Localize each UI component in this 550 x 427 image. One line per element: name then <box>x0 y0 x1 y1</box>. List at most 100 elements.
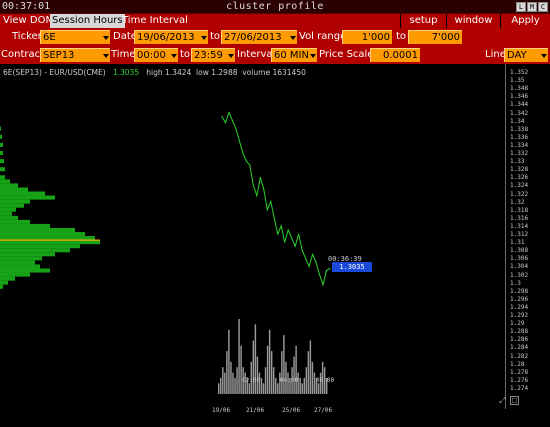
volume-bar <box>234 377 236 394</box>
profile-bar <box>0 280 8 285</box>
price-point <box>311 253 314 255</box>
date-to-label: to <box>210 31 221 42</box>
price-point <box>284 241 286 243</box>
vol-to-input[interactable]: 7'000 <box>408 30 462 44</box>
price-point <box>322 284 324 286</box>
profile-bar <box>0 272 30 277</box>
window-button-l[interactable]: L <box>516 2 526 12</box>
contract-select[interactable]: SEP13 <box>40 48 110 62</box>
time-to-label: to <box>180 49 191 60</box>
chart-area[interactable]: 6E(SEP13) - EUR/USD(CME) 1.3035 high 1.3… <box>0 64 550 427</box>
date-from-select[interactable]: 19/06/2013 <box>134 30 208 44</box>
time-to-select[interactable]: 23:59 <box>191 48 235 62</box>
volume-bar <box>311 361 314 394</box>
price-point <box>298 233 300 235</box>
y-tick-label: 1.288 <box>510 328 529 336</box>
profile-bar <box>0 195 55 200</box>
price-point <box>266 209 268 211</box>
price-point <box>221 115 223 118</box>
y-tick-label: 1.332 <box>510 150 529 158</box>
volume-bar <box>283 335 285 394</box>
profile-bar <box>0 142 3 147</box>
expand-icon[interactable]: ⤢ <box>498 396 507 405</box>
y-tick-label: 1.316 <box>510 214 529 222</box>
vol-from-input[interactable]: 1'000 <box>342 30 392 44</box>
time-interval-menu[interactable]: Time Interval <box>120 14 190 28</box>
price-point <box>228 111 230 114</box>
vol-range-label: Vol range <box>299 31 347 42</box>
y-tick-label: 1.326 <box>510 174 529 182</box>
interval-select[interactable]: 60 MIN <box>271 48 317 62</box>
profile-bar <box>0 244 80 249</box>
price-point <box>263 188 265 191</box>
y-tick-label: 1.296 <box>510 295 529 303</box>
price-point <box>256 194 258 197</box>
y-tick-label: 1.324 <box>510 182 529 190</box>
y-tick-label: 1.352 <box>510 69 529 76</box>
apply-button[interactable]: Apply <box>500 14 550 28</box>
time-from-select[interactable]: 00:00 <box>134 48 178 62</box>
date-tick-label: 25/06 <box>282 407 301 414</box>
line-select[interactable]: DAY <box>504 48 548 62</box>
y-tick-label: 1.322 <box>510 190 529 198</box>
volume-bar <box>238 319 240 394</box>
profile-bar <box>0 276 15 281</box>
profile-bar <box>0 268 50 273</box>
profile-bar <box>0 256 42 261</box>
date-tick-label: 27/06 <box>314 407 333 414</box>
window-title: cluster profile <box>226 1 324 12</box>
y-tick-label: 1.278 <box>510 368 529 376</box>
volume-bar <box>275 377 277 394</box>
interval-label: Interval <box>237 49 276 60</box>
volume-bar <box>281 351 283 394</box>
window-button[interactable]: window <box>446 14 500 28</box>
profile-bar <box>0 223 50 228</box>
session-hours-menu[interactable]: Session Hours <box>50 14 125 28</box>
price-scale-input[interactable]: 0.0001 <box>370 48 420 62</box>
y-tick-label: 1.336 <box>510 133 529 141</box>
date-to-select[interactable]: 27/06/2013 <box>221 30 297 44</box>
volume-bar <box>228 329 230 394</box>
profile-bar <box>0 219 30 224</box>
profile-bar <box>0 199 30 204</box>
volume-bar <box>268 329 271 394</box>
y-tick-label: 1.338 <box>510 125 529 133</box>
profile-bar <box>0 264 40 269</box>
price-axis-line <box>505 64 506 409</box>
volume-bar <box>226 351 228 394</box>
x-tick-label: 06:00 <box>316 377 335 384</box>
profile-bar <box>0 211 12 216</box>
profile-bar <box>0 126 1 131</box>
volume-bar <box>277 383 279 394</box>
volume-bar <box>240 345 242 394</box>
profile-bar <box>0 207 16 212</box>
price-point <box>277 233 279 235</box>
price-point <box>245 160 247 162</box>
view-dom-menu[interactable]: View DOM <box>1 14 56 28</box>
setup-button[interactable]: setup <box>400 14 446 28</box>
chevron-down-icon <box>541 54 547 58</box>
corner-controls: ⤢ □ <box>498 396 519 405</box>
profile-bar <box>0 175 5 180</box>
params-row-1: Ticker 6E Date 19/06/2013 to 27/06/2013 … <box>0 28 550 46</box>
y-tick-label: 1.312 <box>510 231 529 239</box>
price-point <box>329 267 331 270</box>
window-button-c[interactable]: C <box>538 2 548 12</box>
volume-bar <box>218 383 220 394</box>
ticker-select[interactable]: 6E <box>40 30 110 44</box>
price-point <box>325 269 328 272</box>
volume-bar <box>222 367 224 394</box>
current-price-label: 1.3035 <box>332 262 372 272</box>
volume-bar <box>273 367 275 394</box>
restore-icon[interactable]: □ <box>510 396 519 405</box>
y-tick-label: 1.34 <box>510 117 525 125</box>
profile-bar <box>0 183 18 188</box>
volume-bar <box>260 377 263 394</box>
volume-bar <box>293 356 295 394</box>
volume-bar <box>317 383 320 394</box>
chart-plot[interactable] <box>0 64 505 409</box>
window-button-m[interactable]: M <box>527 2 537 12</box>
volume-bar <box>305 367 308 394</box>
chevron-down-icon <box>228 54 234 58</box>
date-tick-label: 19/06 <box>212 407 231 414</box>
